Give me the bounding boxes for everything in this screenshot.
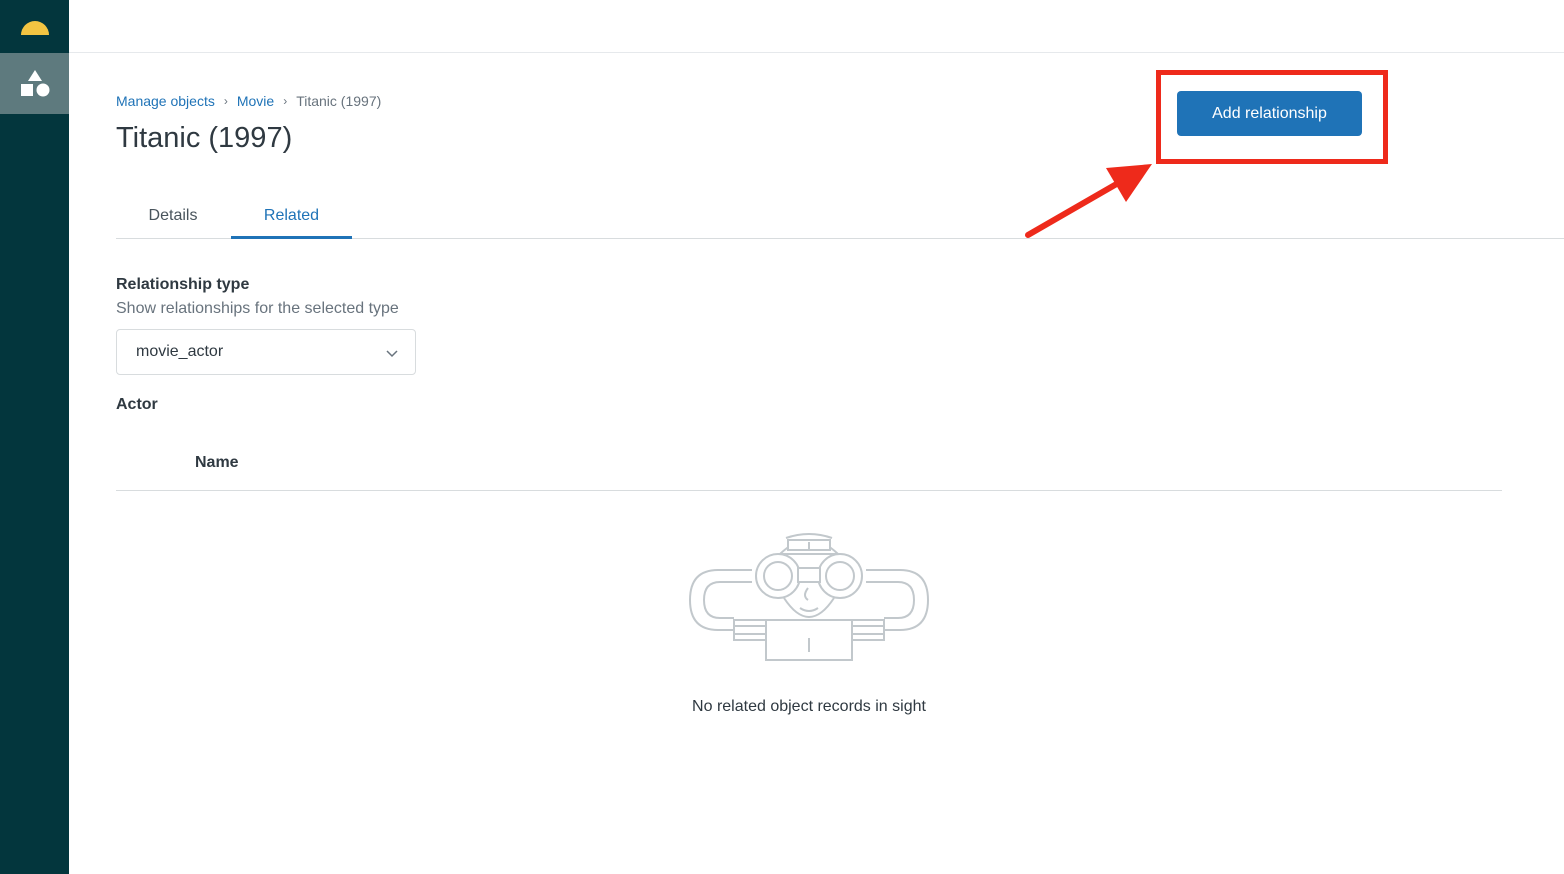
top-header-bar bbox=[69, 0, 1564, 53]
column-header-name[interactable]: Name bbox=[195, 454, 239, 472]
breadcrumb-link-movie[interactable]: Movie bbox=[237, 93, 274, 109]
add-relationship-button[interactable]: Add relationship bbox=[1177, 91, 1362, 136]
relationship-type-select[interactable]: movie_actor bbox=[116, 329, 416, 375]
related-section-title: Actor bbox=[116, 396, 158, 413]
breadcrumb-separator: › bbox=[283, 94, 288, 108]
shapes-icon bbox=[20, 69, 49, 96]
tab-details[interactable]: Details bbox=[132, 197, 214, 239]
sidebar bbox=[0, 0, 69, 874]
tab-bar: Details Related bbox=[116, 197, 1564, 239]
page-title: Titanic (1997) bbox=[116, 122, 293, 154]
table-header: Name bbox=[116, 440, 1502, 491]
product-logo[interactable] bbox=[0, 0, 69, 53]
sailor-binoculars-icon bbox=[688, 533, 930, 661]
empty-state-message: No related object records in sight bbox=[692, 698, 926, 715]
chevron-down-icon bbox=[386, 350, 398, 358]
tab-related[interactable]: Related bbox=[231, 197, 352, 239]
sun-half-icon bbox=[20, 20, 49, 35]
sidebar-item-objects[interactable] bbox=[0, 53, 69, 114]
breadcrumb: Manage objects › Movie › Titanic (1997) bbox=[116, 92, 381, 110]
relationship-type-value: movie_actor bbox=[136, 343, 224, 360]
relationship-type-label: Relationship type bbox=[116, 276, 250, 293]
breadcrumb-current: Titanic (1997) bbox=[296, 93, 382, 109]
relationship-type-hint: Show relationships for the selected type bbox=[116, 300, 399, 317]
breadcrumb-link-manage-objects[interactable]: Manage objects bbox=[116, 93, 215, 109]
breadcrumb-separator: › bbox=[223, 94, 228, 108]
app-root: Manage objects › Movie › Titanic (1997) … bbox=[0, 0, 1564, 874]
